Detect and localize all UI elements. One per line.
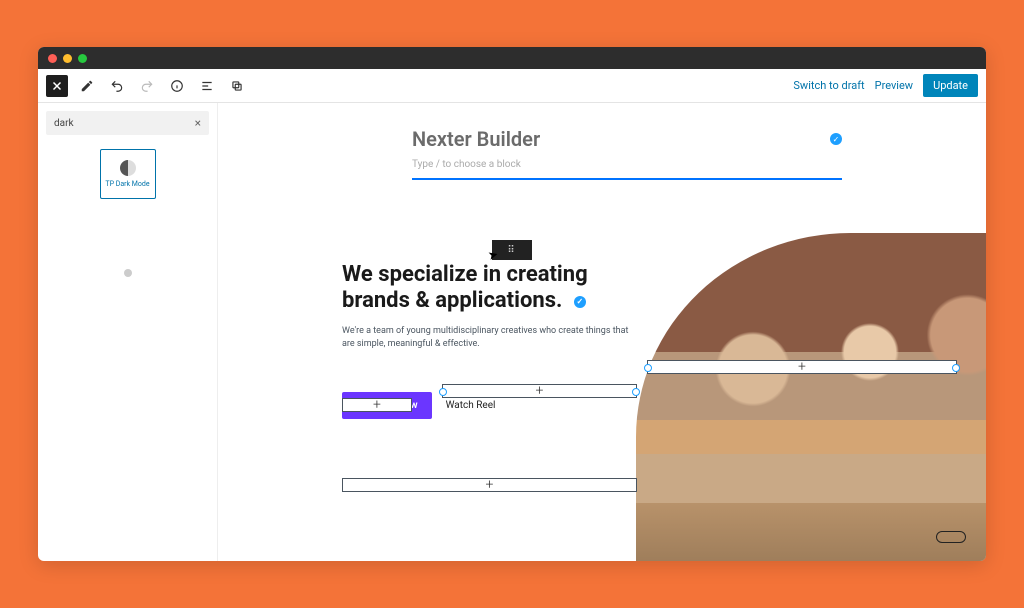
slot-handle-icon[interactable] bbox=[632, 388, 640, 396]
undo-icon[interactable] bbox=[106, 75, 128, 97]
search-value: dark bbox=[54, 118, 74, 129]
plus-icon: + bbox=[536, 383, 544, 399]
redo-icon[interactable] bbox=[136, 75, 158, 97]
plus-icon: + bbox=[486, 477, 494, 493]
slot-handle-icon[interactable] bbox=[952, 364, 960, 372]
dark-mode-icon bbox=[120, 160, 136, 176]
plus-icon: + bbox=[798, 359, 806, 375]
info-icon[interactable] bbox=[166, 75, 188, 97]
slot-handle-icon[interactable] bbox=[644, 364, 652, 372]
drag-dots-icon: ⠿ bbox=[507, 245, 516, 256]
editor-canvas[interactable]: Nexter Builder ✓ Type / to choose a bloc… bbox=[218, 103, 986, 561]
slot-handle-icon[interactable] bbox=[439, 388, 447, 396]
minimize-window-icon[interactable] bbox=[63, 54, 72, 63]
close-editor-button[interactable] bbox=[46, 75, 68, 97]
copy-icon[interactable] bbox=[226, 75, 248, 97]
clear-search-icon[interactable]: × bbox=[195, 116, 201, 130]
block-tile-label: TP Dark Mode bbox=[105, 180, 149, 188]
glasses-icon bbox=[936, 531, 966, 543]
hero-heading[interactable]: We specialize in creating brands & appli… bbox=[342, 262, 652, 315]
block-tile-tp-dark-mode[interactable]: TP Dark Mode bbox=[100, 149, 156, 199]
heading-check-icon: ✓ bbox=[574, 296, 586, 308]
insert-slot[interactable]: + bbox=[342, 478, 637, 492]
workspace: dark × TP Dark Mode Nexter Builder ✓ Typ… bbox=[38, 103, 986, 561]
hero-heading-line2: brands & applications. bbox=[342, 288, 562, 313]
insert-slot[interactable]: + bbox=[342, 398, 412, 412]
window-titlebar bbox=[38, 47, 986, 69]
plus-icon: + bbox=[373, 397, 381, 413]
loading-indicator-icon bbox=[124, 269, 132, 277]
browser-window: Switch to draft Preview Update dark × TP… bbox=[38, 47, 986, 561]
page-title[interactable]: Nexter Builder bbox=[412, 127, 540, 151]
title-underline bbox=[412, 178, 842, 180]
switch-to-draft-link[interactable]: Switch to draft bbox=[793, 79, 864, 92]
block-inserter-sidebar: dark × TP Dark Mode bbox=[38, 103, 218, 561]
verified-check-icon: ✓ bbox=[830, 133, 842, 145]
preview-link[interactable]: Preview bbox=[875, 79, 913, 92]
block-prompt[interactable]: Type / to choose a block bbox=[412, 159, 842, 170]
insert-slot[interactable]: + bbox=[647, 360, 957, 374]
watch-reel-link[interactable]: Watch Reel bbox=[446, 400, 496, 411]
editor-toolbar: Switch to draft Preview Update bbox=[38, 69, 986, 103]
maximize-window-icon[interactable] bbox=[78, 54, 87, 63]
insert-slot[interactable]: + bbox=[442, 384, 637, 398]
outline-icon[interactable] bbox=[196, 75, 218, 97]
block-search-input[interactable]: dark × bbox=[46, 111, 209, 135]
hero-subtext[interactable]: We're a team of young multidisciplinary … bbox=[342, 325, 632, 352]
hero-section: ⠿ ➤ We specialize in creating brands & a… bbox=[342, 262, 986, 419]
close-window-icon[interactable] bbox=[48, 54, 57, 63]
update-button[interactable]: Update bbox=[923, 74, 978, 97]
hero-heading-line1: We specialize in creating bbox=[342, 262, 588, 287]
edit-icon[interactable] bbox=[76, 75, 98, 97]
